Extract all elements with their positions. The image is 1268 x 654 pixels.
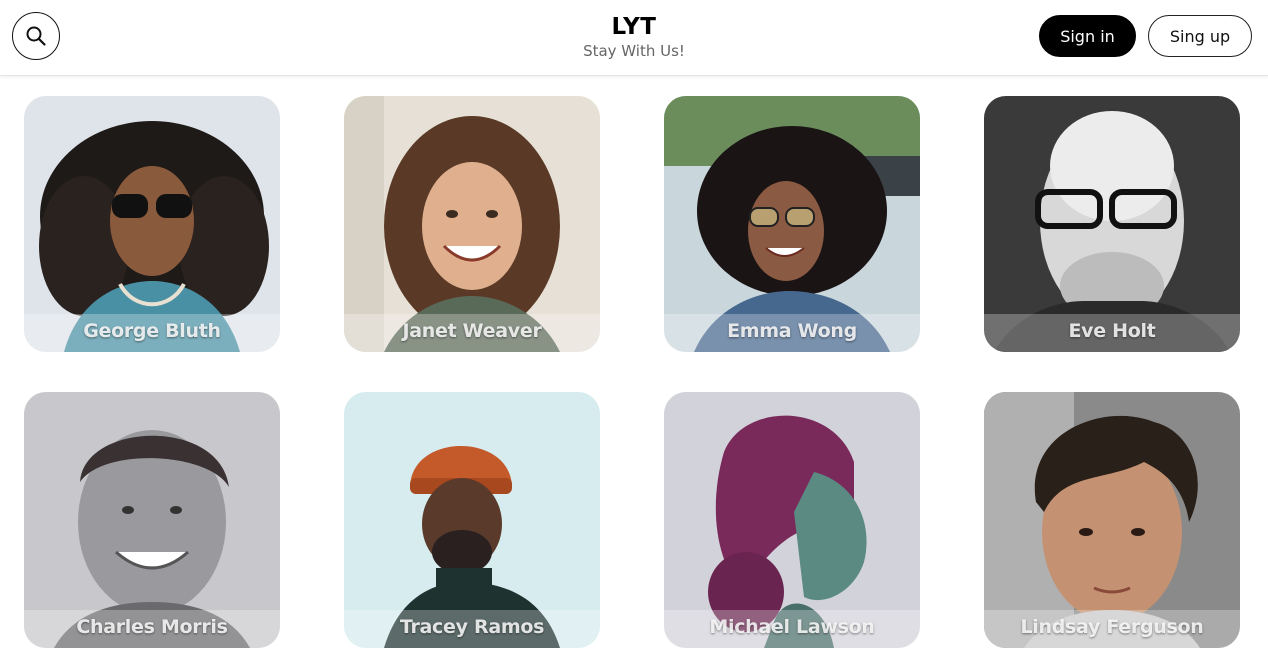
user-card[interactable]: Tracey Ramos [344,392,600,648]
user-card[interactable]: Emma Wong [664,96,920,352]
user-card[interactable]: Charles Morris [24,392,280,648]
user-card[interactable]: George Bluth [24,96,280,352]
top-header: LYT Stay With Us! Sign in Sing up [0,0,1268,76]
user-name: Charles Morris [76,616,228,638]
user-card[interactable]: Michael Lawson [664,392,920,648]
user-name: Janet Weaver [402,320,542,342]
user-name: Michael Lawson [709,616,875,638]
user-name: Emma Wong [727,320,857,342]
user-name: Eve Holt [1068,320,1156,342]
sign-in-button[interactable]: Sign in [1039,15,1136,57]
user-name: George Bluth [83,320,221,342]
user-card[interactable]: Eve Holt [984,96,1240,352]
user-name: Lindsay Ferguson [1020,616,1204,638]
user-name: Tracey Ramos [399,616,545,638]
user-card[interactable]: Lindsay Ferguson [984,392,1240,648]
sign-up-button[interactable]: Sing up [1148,15,1252,57]
user-card[interactable]: Janet Weaver [344,96,600,352]
